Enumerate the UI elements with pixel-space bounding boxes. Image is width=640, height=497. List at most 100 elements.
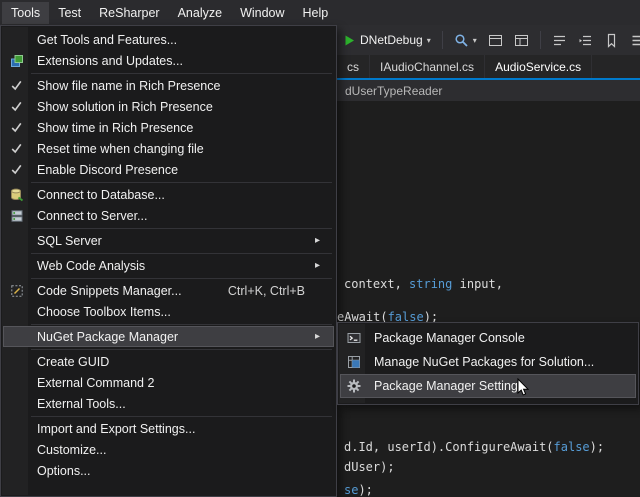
menu-item-label: Show file name in Rich Presence: [29, 79, 305, 93]
tab-audioservice-cs[interactable]: AudioService.cs: [485, 55, 592, 78]
check-icon: [4, 163, 29, 176]
manage-packages-icon: [341, 355, 366, 369]
gear-icon: [341, 379, 366, 393]
tools-menu-item-choose-toolbox-items[interactable]: Choose Toolbox Items...: [3, 301, 334, 322]
tools-menu-separator: [31, 182, 332, 183]
tools-menu-item-nuget-package-manager[interactable]: NuGet Package Manager ▸: [3, 326, 334, 347]
start-debug-button[interactable]: DNetDebug ▾: [340, 30, 434, 50]
nuget-submenu-item-package-manager-settings[interactable]: Package Manager Settings: [340, 374, 636, 398]
connect-server-icon: [4, 209, 29, 223]
menu-item-label: Reset time when changing file: [29, 142, 305, 156]
extensions-icon: [4, 54, 29, 68]
show-lines-icon: [552, 33, 567, 48]
menu-item-label: External Tools...: [29, 397, 305, 411]
menu-item-label: Extensions and Updates...: [29, 54, 305, 68]
tools-menu-item-show-time-in-rich-presence[interactable]: Show time in Rich Presence: [3, 117, 334, 138]
dropdown-caret-icon: ▾: [427, 36, 431, 45]
tools-menu-separator: [31, 228, 332, 229]
code-token: context,: [344, 277, 409, 291]
submenu-arrow-icon: ▸: [315, 260, 333, 271]
tools-menu-item-connect-to-server[interactable]: Connect to Server...: [3, 205, 334, 226]
menu-item-label: Code Snippets Manager...: [29, 284, 228, 298]
find-button[interactable]: ▾: [451, 30, 480, 51]
nuget-submenu-items: Package Manager Console Manage NuGet Pack…: [338, 326, 638, 398]
tools-menu-item-import-and-export-settings[interactable]: Import and Export Settings...: [3, 418, 334, 439]
tools-menu-separator: [31, 73, 332, 74]
submenu-arrow-icon: ▸: [315, 235, 333, 246]
tab-iaudiochannel-cs[interactable]: IAudioChannel.cs: [370, 55, 485, 78]
tools-menu-item-customize[interactable]: Customize...: [3, 439, 334, 460]
code-token: dUser);: [344, 460, 395, 474]
tools-menu-item-extensions-and-updates[interactable]: Extensions and Updates...: [3, 50, 334, 71]
tools-menu-item-show-solution-in-rich-presence[interactable]: Show solution in Rich Presence: [3, 96, 334, 117]
tools-menu-separator: [31, 324, 332, 325]
code-line: context, string input,: [344, 277, 503, 291]
new-window-button[interactable]: [485, 30, 506, 51]
menu-item-label: Connect to Database...: [29, 188, 305, 202]
snippets-icon: [4, 284, 29, 298]
tools-menu-item-external-command-2[interactable]: External Command 2: [3, 372, 334, 393]
menu-item-label: NuGet Package Manager: [29, 330, 305, 344]
menubar: ToolsTestReSharperAnalyzeWindowHelp: [0, 0, 640, 25]
menubar-item-help[interactable]: Help: [294, 2, 338, 24]
tools-menu-item-external-tools[interactable]: External Tools...: [3, 393, 334, 414]
tools-menu-item-web-code-analysis[interactable]: Web Code Analysis ▸: [3, 255, 334, 276]
nuget-submenu-item-manage-nuget-packages-for-solution[interactable]: Manage NuGet Packages for Solution...: [340, 350, 636, 374]
tools-menu-item-enable-discord-presence[interactable]: Enable Discord Presence: [3, 159, 334, 180]
tools-menu-items: Get Tools and Features... Extensions and …: [1, 29, 336, 481]
menubar-item-analyze[interactable]: Analyze: [169, 2, 231, 24]
code-token: input,: [452, 277, 503, 291]
check-icon: [4, 100, 29, 113]
nuget-submenu-item-package-manager-console[interactable]: Package Manager Console: [340, 326, 636, 350]
tools-menu-item-options[interactable]: Options...: [3, 460, 334, 481]
tools-menu-item-code-snippets-manager[interactable]: Code Snippets Manager...Ctrl+K, Ctrl+B: [3, 280, 334, 301]
tools-menu-separator: [31, 278, 332, 279]
toolbar-separator: [540, 31, 541, 49]
menubar-item-resharper[interactable]: ReSharper: [90, 2, 168, 24]
menu-item-label: Connect to Server...: [29, 209, 305, 223]
menu-item-label: Package Manager Console: [366, 331, 607, 345]
tools-menu: Get Tools and Features... Extensions and …: [0, 25, 337, 497]
tools-menu-item-get-tools-and-features[interactable]: Get Tools and Features...: [3, 29, 334, 50]
tools-menu-item-create-guid[interactable]: Create GUID: [3, 351, 334, 372]
submenu-arrow-icon: ▸: [315, 331, 333, 342]
menu-item-label: Import and Export Settings...: [29, 422, 305, 436]
tools-menu-item-sql-server[interactable]: SQL Server ▸: [3, 230, 334, 251]
bookmark-icon: [604, 33, 619, 48]
task-list-button[interactable]: [627, 30, 640, 51]
menu-item-label: Web Code Analysis: [29, 259, 305, 273]
menu-item-label: Choose Toolbox Items...: [29, 305, 305, 319]
navigate-lines-icon: [578, 33, 593, 48]
navigate-lines-button[interactable]: [575, 30, 596, 51]
tools-menu-separator: [31, 416, 332, 417]
check-icon: [4, 79, 29, 92]
tools-menu-item-reset-time-when-changing-file[interactable]: Reset time when changing file: [3, 138, 334, 159]
nuget-submenu: Package Manager Console Manage NuGet Pack…: [337, 322, 639, 405]
vs-window: ToolsTestReSharperAnalyzeWindowHelp DNet…: [0, 0, 640, 497]
dropdown-caret-icon: ▾: [473, 36, 477, 45]
menubar-item-window[interactable]: Window: [231, 2, 293, 24]
menubar-item-test[interactable]: Test: [49, 2, 90, 24]
debug-target-label: DNetDebug: [360, 33, 423, 47]
new-window-icon: [488, 33, 503, 48]
menu-item-shortcut: Ctrl+K, Ctrl+B: [228, 284, 315, 298]
menu-item-label: Options...: [29, 464, 305, 478]
tools-menu-item-show-file-name-in-rich-presence[interactable]: Show file name in Rich Presence: [3, 75, 334, 96]
tab-label: cs: [347, 60, 359, 74]
code-token: false: [554, 440, 590, 454]
split-window-button[interactable]: [511, 30, 532, 51]
check-icon: [4, 142, 29, 155]
tools-menu-item-connect-to-database[interactable]: Connect to Database...: [3, 184, 334, 205]
tab-cs[interactable]: cs: [337, 55, 370, 78]
menu-item-label: SQL Server: [29, 234, 305, 248]
menu-item-label: Show time in Rich Presence: [29, 121, 305, 135]
code-token: string: [409, 277, 452, 291]
menu-item-label: Manage NuGet Packages for Solution...: [366, 355, 607, 369]
tools-menu-separator: [31, 349, 332, 350]
menubar-item-tools[interactable]: Tools: [2, 2, 49, 24]
code-line: d.Id, userId).ConfigureAwait(false);: [344, 440, 604, 454]
bookmark-button[interactable]: [601, 30, 622, 51]
show-lines-button[interactable]: [549, 30, 570, 51]
task-list-icon: [630, 33, 640, 48]
code-line: dUser);: [344, 460, 395, 474]
